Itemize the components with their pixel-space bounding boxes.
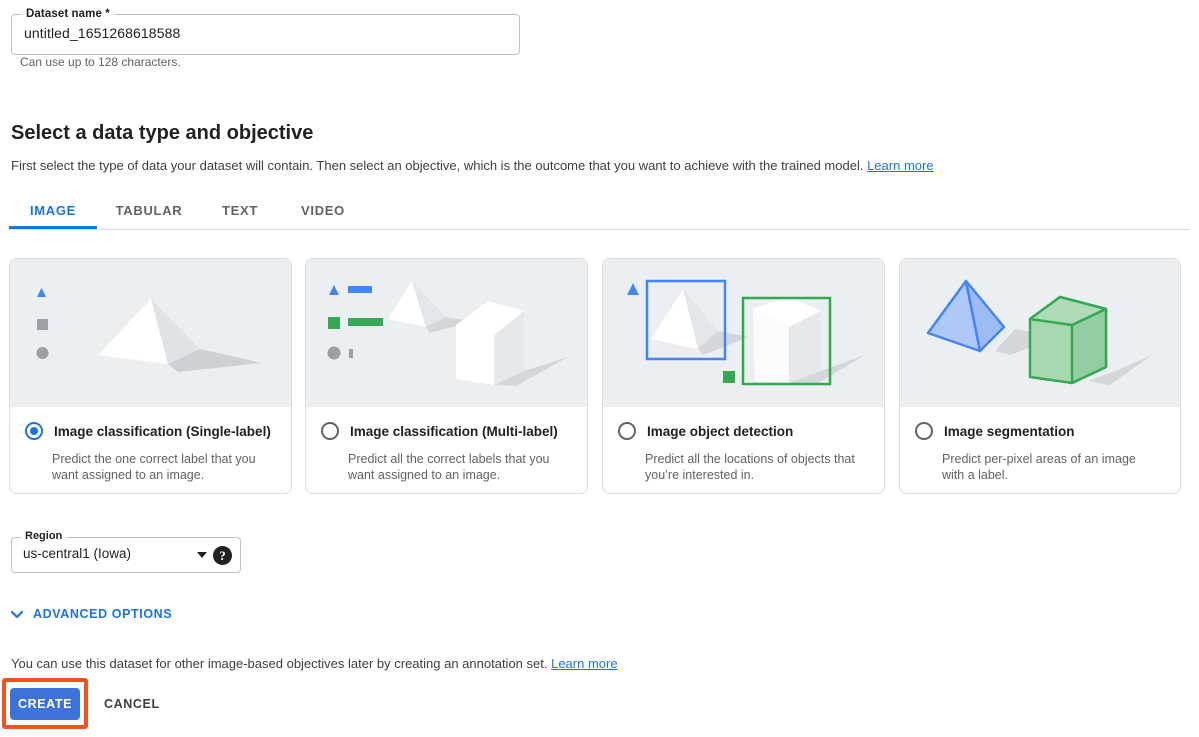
radio-single-label[interactable] [25, 422, 43, 440]
dataset-name-label: Dataset name * [22, 7, 114, 21]
footer-learn-more-link[interactable]: Learn more [551, 656, 617, 671]
legend-bar-green [348, 318, 383, 326]
page-title: Select a data type and objective [11, 122, 313, 145]
legend-triangle-icon [329, 285, 339, 295]
advanced-options-label: ADVANCED OPTIONS [33, 607, 172, 621]
option-row-single-label[interactable]: Image classification (Single-label) [10, 407, 291, 440]
option-desc-single-label: Predict the one correct label that you w… [10, 440, 291, 483]
single-label-illustration [10, 259, 291, 407]
create-dataset-page: Dataset name * untitled_1651268618588 Ca… [0, 0, 1199, 737]
option-body-object-detection: Image object detection Predict all the l… [603, 407, 884, 483]
tab-tabular[interactable]: TABULAR [105, 196, 193, 226]
cancel-button[interactable]: CANCEL [96, 688, 168, 720]
option-row-segmentation[interactable]: Image segmentation [900, 407, 1180, 440]
option-body-segmentation: Image segmentation Predict per-pixel are… [900, 407, 1180, 483]
region-label: Region [21, 530, 66, 543]
tab-video[interactable]: VIDEO [287, 196, 359, 226]
multi-label-art-svg [306, 259, 588, 407]
legend-bar-blue [348, 286, 372, 293]
option-label-object-detection: Image object detection [647, 424, 793, 439]
section-learn-more-link[interactable]: Learn more [867, 158, 933, 173]
radio-segmentation[interactable] [915, 422, 933, 440]
tab-active-indicator [9, 226, 97, 229]
radio-object-detection[interactable] [618, 422, 636, 440]
tab-text[interactable]: TEXT [201, 196, 279, 226]
chevron-down-icon[interactable] [197, 552, 207, 558]
option-row-object-detection[interactable]: Image object detection [603, 407, 884, 440]
dataset-name-field[interactable]: Dataset name * untitled_1651268618588 [11, 14, 520, 55]
object-detection-art-svg [603, 259, 885, 407]
radio-multi-label[interactable] [321, 422, 339, 440]
single-label-art-svg [10, 259, 292, 407]
advanced-options-toggle[interactable]: ADVANCED OPTIONS [9, 604, 172, 624]
option-row-multi-label[interactable]: Image classification (Multi-label) [306, 407, 587, 440]
footer-note-text: You can use this dataset for other image… [11, 656, 547, 671]
tab-image[interactable]: IMAGE [9, 196, 97, 226]
dataset-name-value[interactable]: untitled_1651268618588 [24, 25, 180, 41]
option-card-segmentation[interactable]: Image segmentation Predict per-pixel are… [899, 258, 1181, 494]
section-description: First select the type of data your datas… [11, 158, 934, 173]
region-select[interactable]: Region us-central1 (Iowa) [11, 537, 241, 573]
multi-label-illustration [306, 259, 587, 407]
legend-square-icon [37, 319, 48, 330]
object-detection-illustration [603, 259, 884, 407]
data-type-tabs: IMAGE TABULAR TEXT VIDEO [0, 196, 1199, 230]
segmentation-illustration [900, 259, 1180, 407]
option-desc-object-detection: Predict all the locations of objects tha… [603, 440, 884, 483]
option-label-multi-label: Image classification (Multi-label) [350, 424, 558, 439]
help-icon[interactable]: ? [213, 546, 232, 565]
dataset-name-hint: Can use up to 128 characters. [20, 55, 181, 69]
option-label-segmentation: Image segmentation [944, 424, 1075, 439]
legend-square-icon [328, 317, 340, 329]
create-button[interactable]: CREATE [10, 688, 80, 720]
legend-circle-icon [328, 347, 341, 360]
legend-triangle-icon [627, 283, 639, 295]
option-card-object-detection[interactable]: Image object detection Predict all the l… [602, 258, 885, 494]
region-value: us-central1 (Iowa) [23, 546, 131, 561]
option-card-multi-label[interactable]: Image classification (Multi-label) Predi… [305, 258, 588, 494]
footer-note: You can use this dataset for other image… [11, 656, 618, 671]
tabs-divider [9, 229, 1190, 230]
option-body-single-label: Image classification (Single-label) Pred… [10, 407, 291, 483]
segmentation-art-svg [900, 259, 1181, 407]
legend-circle-icon [37, 347, 49, 359]
option-card-single-label[interactable]: Image classification (Single-label) Pred… [9, 258, 292, 494]
option-desc-segmentation: Predict per-pixel areas of an image with… [900, 440, 1180, 483]
option-desc-multi-label: Predict all the correct labels that you … [306, 440, 587, 483]
legend-square-icon [723, 371, 735, 383]
chevron-down-icon [9, 606, 25, 622]
legend-triangle-icon [37, 288, 46, 297]
option-body-multi-label: Image classification (Multi-label) Predi… [306, 407, 587, 483]
legend-bar-gray [349, 349, 353, 358]
option-label-single-label: Image classification (Single-label) [54, 424, 271, 439]
section-description-text: First select the type of data your datas… [11, 158, 863, 173]
